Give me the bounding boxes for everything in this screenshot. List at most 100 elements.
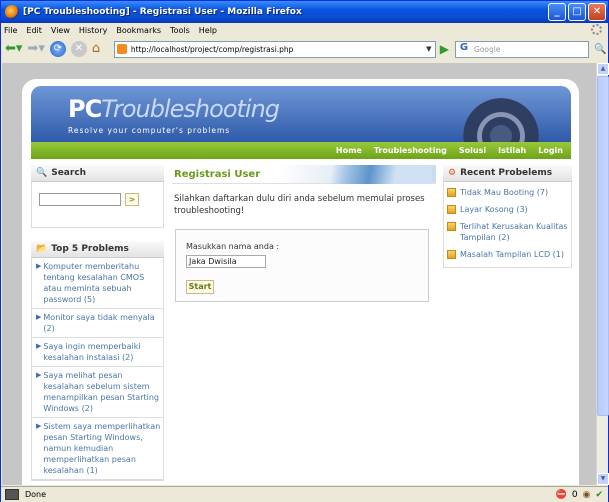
maximize-button[interactable]: □ xyxy=(568,3,586,21)
scroll-down-button[interactable]: ▼ xyxy=(597,473,609,485)
scroll-thumb[interactable] xyxy=(597,76,609,416)
main-content: Registrasi User Silahkan daftarkan dulu … xyxy=(172,165,436,302)
site-tagline: Resolve your computer's problems xyxy=(68,126,231,135)
arrow-icon: ▶ xyxy=(36,342,42,350)
logo-pc: PC xyxy=(68,95,102,123)
emblem-image xyxy=(463,98,539,142)
folder-icon: 📂 xyxy=(36,244,48,254)
list-item[interactable]: Masalah Tampilan LCD (1) xyxy=(444,246,571,263)
site-header: PCTroubleshooting Resolve your computer'… xyxy=(31,86,571,142)
top5-link[interactable]: Saya melihat pesan kesalahan sebelum sis… xyxy=(43,370,161,414)
nav-home[interactable]: Home xyxy=(336,146,362,155)
intro-text: Silahkan daftarkan dulu diri anda sebelu… xyxy=(174,194,425,216)
site-logo[interactable]: PCTroubleshooting xyxy=(68,95,280,123)
name-label: Masukkan nama anda : xyxy=(186,242,280,251)
vertical-scrollbar[interactable]: ▲ ▼ xyxy=(596,63,609,485)
recent-link[interactable]: Tidak Mau Booting (7) xyxy=(460,187,548,198)
note-icon xyxy=(447,188,456,197)
menu-bar: File Edit View History Bookmarks Tools H… xyxy=(1,23,608,37)
status-icon xyxy=(5,489,19,500)
top5-link[interactable]: Sistem saya memperlihatkan pesan Startin… xyxy=(43,421,161,476)
site-search-input[interactable] xyxy=(39,193,121,206)
list-item[interactable]: ▶ Saya melihat pesan kesalahan sebelum si… xyxy=(32,367,163,418)
list-item[interactable]: ▶ Komputer memberitahu tentang kesalahan … xyxy=(32,258,163,309)
address-bar[interactable]: http://localhost/project/comp/registrasi… xyxy=(113,40,436,58)
menu-view[interactable]: View xyxy=(51,26,70,35)
list-item[interactable]: ▶ Monitor saya tidak menyala (2) xyxy=(32,309,163,338)
list-item[interactable]: Terlihat Kerusakan Kualitas Tampilan (2) xyxy=(444,218,571,246)
menu-history[interactable]: History xyxy=(79,26,107,35)
search-placeholder[interactable]: Google xyxy=(474,45,500,54)
scroll-up-button[interactable]: ▲ xyxy=(597,63,609,75)
stop-button[interactable]: ✕ xyxy=(70,41,87,57)
throbber-icon xyxy=(591,24,602,35)
home-button[interactable]: ⌂ xyxy=(92,41,108,57)
list-item[interactable]: Layar Kosong (3) xyxy=(444,201,571,218)
top5-link[interactable]: Saya ingin memperbaiki kesalahan instala… xyxy=(43,341,161,363)
logo-troubleshooting: Troubleshooting xyxy=(101,95,280,123)
recent-list: Tidak Mau Booting (7) Layar Kosong (3) T… xyxy=(443,182,572,268)
url-text[interactable]: http://localhost/project/comp/registrasi… xyxy=(131,45,423,54)
page-container: PCTroubleshooting Resolve your computer'… xyxy=(22,79,579,485)
google-icon[interactable]: G xyxy=(456,42,472,57)
recent-link[interactable]: Layar Kosong (3) xyxy=(460,204,528,215)
error-icon[interactable]: ⛔ xyxy=(556,490,567,500)
left-sidebar: 🔍 Search > 📂 Top 5 Problems ▶ Komputer memb… xyxy=(31,165,164,481)
list-item[interactable]: Tidak Mau Booting (7) xyxy=(444,184,571,201)
arrow-icon: ▶ xyxy=(36,371,42,379)
search-box-header: 🔍 Search xyxy=(31,165,164,182)
name-input[interactable]: Jaka Dwisila xyxy=(186,255,266,268)
minimize-button[interactable]: _ xyxy=(548,3,566,21)
note-icon xyxy=(447,205,456,214)
top5-link[interactable]: Monitor saya tidak menyala (2) xyxy=(43,312,161,334)
top5-header: 📂 Top 5 Problems xyxy=(31,241,164,258)
page-viewport: PCTroubleshooting Resolve your computer'… xyxy=(2,63,596,485)
site-search-button[interactable]: > xyxy=(125,193,139,206)
status-bar: Done ⛔ 0 ◉ ✔ xyxy=(1,486,608,502)
browser-window: [PC Troubleshooting] - Registrasi User -… xyxy=(0,0,609,502)
menu-help[interactable]: Help xyxy=(199,26,217,35)
close-button[interactable]: ✕ xyxy=(588,3,606,21)
top5-link[interactable]: Komputer memberitahu tentang kesalahan C… xyxy=(43,261,161,305)
search-panel: > xyxy=(31,182,164,228)
menu-edit[interactable]: Edit xyxy=(26,26,42,35)
recent-link[interactable]: Terlihat Kerusakan Kualitas Tampilan (2) xyxy=(460,221,569,243)
header-swoosh xyxy=(307,165,432,184)
start-button[interactable]: Start xyxy=(186,280,214,294)
arrow-icon: ▶ xyxy=(36,262,42,270)
firefox-icon xyxy=(5,5,19,19)
forward-button[interactable]: ➡▾ xyxy=(27,39,44,59)
nav-istilah[interactable]: Istilah xyxy=(498,146,526,155)
arrow-icon: ▶ xyxy=(36,313,42,321)
window-title: [PC Troubleshooting] - Registrasi User -… xyxy=(23,7,302,17)
top5-list: ▶ Komputer memberitahu tentang kesalahan … xyxy=(31,258,164,481)
check-icon[interactable]: ✔ xyxy=(595,490,603,500)
nav-troubleshooting[interactable]: Troubleshooting xyxy=(374,146,447,155)
recent-link[interactable]: Masalah Tampilan LCD (1) xyxy=(460,249,564,260)
search-bar[interactable]: G Google xyxy=(455,40,590,58)
nav-solusi[interactable]: Solusi xyxy=(459,146,486,155)
list-item[interactable]: ▶ Sistem saya memperlihatkan pesan Starti… xyxy=(32,418,163,480)
addon-icon[interactable]: ◉ xyxy=(583,490,591,500)
url-dropdown-icon[interactable]: ▼ xyxy=(423,45,435,53)
back-button[interactable]: ⬅▾ xyxy=(5,39,22,59)
navigation-toolbar: ⬅▾ ➡▾ ⟳ ✕ ⌂ http://localhost/project/com… xyxy=(1,37,608,61)
note-icon xyxy=(447,222,456,231)
go-button[interactable]: ▶ xyxy=(440,42,449,56)
search-go-icon[interactable]: 🔍 xyxy=(594,44,608,55)
menu-tools[interactable]: Tools xyxy=(170,26,190,35)
registration-form: Masukkan nama anda : Jaka Dwisila Start xyxy=(175,229,429,302)
status-text: Done xyxy=(25,490,47,499)
reload-button[interactable]: ⟳ xyxy=(49,41,66,57)
nav-login[interactable]: Login xyxy=(538,146,563,155)
page-title-bar: Registrasi User xyxy=(172,165,436,184)
list-item[interactable]: ▶ Saya ingin memperbaiki kesalahan instal… xyxy=(32,338,163,367)
page-title: Registrasi User xyxy=(174,169,261,180)
menu-file[interactable]: File xyxy=(4,26,17,35)
settings-icon: ⚙ xyxy=(448,168,457,178)
menu-bookmarks[interactable]: Bookmarks xyxy=(116,26,161,35)
recent-header: ⚙ Recent Probelems xyxy=(443,165,572,182)
favicon-icon xyxy=(116,44,127,54)
recent-title: Recent Probelems xyxy=(460,168,553,178)
note-icon xyxy=(447,250,456,259)
